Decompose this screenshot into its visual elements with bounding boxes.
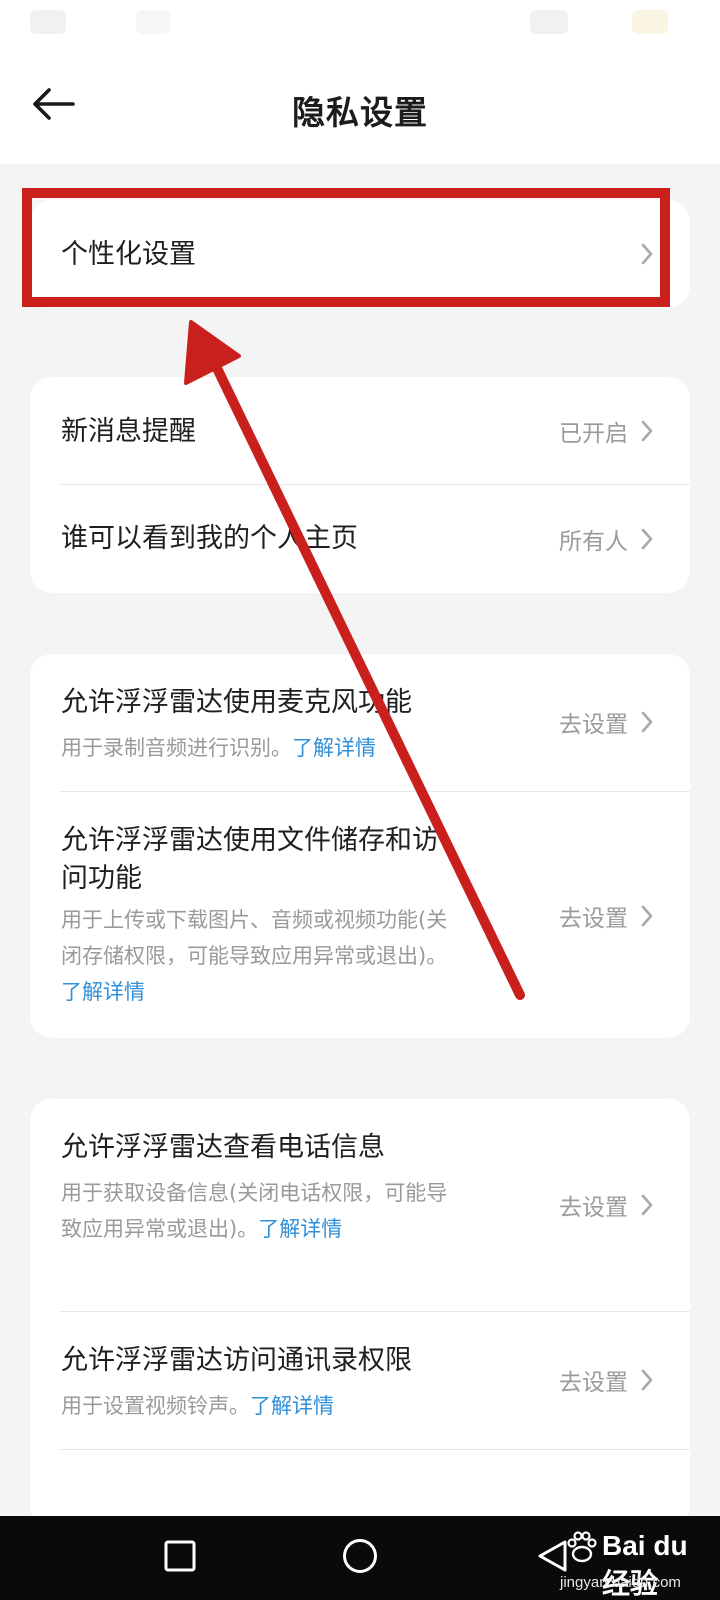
row-title: 个性化设置 <box>61 239 196 270</box>
status-bar <box>0 0 720 48</box>
profile-visibility-row[interactable]: 谁可以看到我的个人主页 所有人 <box>30 485 690 593</box>
chevron-right-icon <box>640 419 654 443</box>
settings-card-personalization: 个性化设置 <box>30 200 690 308</box>
microphone-permission-row[interactable]: 允许浮浮雷达使用麦克风功能 用于录制音频进行识别。了解详情 去设置 <box>30 654 690 791</box>
watermark: Bai du 经验 jingyan.baidu.com <box>544 1524 720 1600</box>
status-icon-left-2 <box>136 10 170 34</box>
row-title: 允许浮浮雷达访问通讯录权限 <box>61 1345 412 1376</box>
row-description: 用于设置视频铃声。了解详情 <box>61 1394 334 1418</box>
top-app-bar: 隐私设置 <box>0 48 720 164</box>
row-description: 用于获取设备信息(关闭电话权限，可能导致应用异常或退出)。了解详情 <box>61 1181 448 1241</box>
row-value: 所有人 <box>559 529 628 555</box>
learn-more-link[interactable]: 了解详情 <box>250 1394 334 1418</box>
status-icon-right <box>530 10 568 34</box>
page-title: 隐私设置 <box>292 93 428 132</box>
row-value: 去设置 <box>559 712 628 738</box>
learn-more-link[interactable]: 了解详情 <box>292 736 376 760</box>
status-icon-left <box>30 10 66 34</box>
settings-card-permissions-1: 允许浮浮雷达使用麦克风功能 用于录制音频进行识别。了解详情 去设置 允许浮浮雷达… <box>30 654 690 1038</box>
new-message-alert-row[interactable]: 新消息提醒 已开启 <box>30 377 690 484</box>
settings-card-messages: 新消息提醒 已开启 谁可以看到我的个人主页 所有人 <box>30 377 690 593</box>
row-title: 允许浮浮雷达查看电话信息 <box>61 1132 385 1163</box>
chevron-right-icon <box>640 1193 654 1217</box>
personalization-settings-row[interactable]: 个性化设置 <box>30 200 690 308</box>
recents-button[interactable] <box>152 1530 208 1586</box>
watermark-url: jingyan.baidu.com <box>560 1574 681 1591</box>
learn-more-link[interactable]: 了解详情 <box>61 980 145 1004</box>
row-title: 新消息提醒 <box>61 416 196 447</box>
row-value: 去设置 <box>559 906 628 932</box>
row-description: 用于上传或下载图片、音频或视频功能(关闭存储权限，可能导致应用异常或退出)。了解… <box>61 908 448 1004</box>
row-title: 允许浮浮雷达使用麦克风功能 <box>61 687 412 718</box>
row-divider <box>60 1449 690 1450</box>
settings-card-permissions-2: 允许浮浮雷达查看电话信息 用于获取设备信息(关闭电话权限，可能导致应用异常或退出… <box>30 1099 690 1529</box>
square-icon <box>163 1539 197 1577</box>
row-title: 允许浮浮雷达使用文件储存和访问功能 <box>61 825 439 894</box>
storage-permission-row[interactable]: 允许浮浮雷达使用文件储存和访问功能 用于上传或下载图片、音频或视频功能(关闭存储… <box>30 792 690 1038</box>
chevron-right-icon <box>640 527 654 551</box>
row-value: 去设置 <box>559 1195 628 1221</box>
paw-icon <box>564 1530 600 1570</box>
row-title: 谁可以看到我的个人主页 <box>61 523 358 554</box>
row-value: 去设置 <box>559 1370 628 1396</box>
home-button[interactable] <box>332 1530 388 1586</box>
battery-icon <box>632 10 668 34</box>
circle-icon <box>341 1537 379 1579</box>
learn-more-link[interactable]: 了解详情 <box>258 1217 342 1241</box>
row-value: 已开启 <box>559 421 628 447</box>
chevron-right-icon <box>640 1368 654 1392</box>
chevron-right-icon <box>640 710 654 734</box>
row-description: 用于录制音频进行识别。了解详情 <box>61 736 376 760</box>
chevron-right-icon <box>640 904 654 928</box>
phone-info-permission-row[interactable]: 允许浮浮雷达查看电话信息 用于获取设备信息(关闭电话权限，可能导致应用异常或退出… <box>30 1099 690 1311</box>
chevron-right-icon <box>640 242 654 266</box>
contacts-permission-row[interactable]: 允许浮浮雷达访问通讯录权限 用于设置视频铃声。了解详情 去设置 <box>30 1312 690 1449</box>
